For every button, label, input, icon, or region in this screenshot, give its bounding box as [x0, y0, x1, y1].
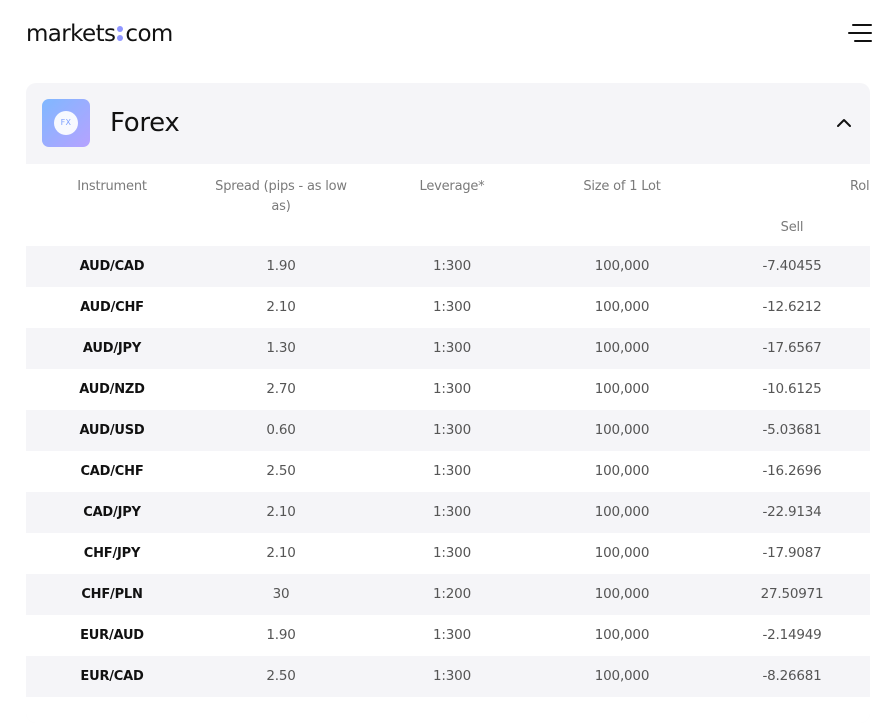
table-row: EUR/AUD 1.90 1:300 100,000 -2.14949: [26, 615, 870, 656]
cell-spread: 1.90: [266, 627, 296, 643]
hamburger-menu-icon[interactable]: [846, 22, 872, 44]
cell-leverage: 1:300: [433, 258, 471, 274]
markets-logo[interactable]: markets com: [26, 18, 173, 50]
table-row: CAD/JPY 2.10 1:300 100,000 -22.9134: [26, 492, 870, 533]
cell-leverage: 1:300: [433, 545, 471, 561]
cell-leverage: 1:300: [433, 340, 471, 356]
col-header-lot-size: Size of 1 Lot: [583, 179, 661, 194]
cell-leverage: 1:300: [433, 668, 471, 684]
table-row: CHF/JPY 2.10 1:300 100,000 -17.9087: [26, 533, 870, 574]
cell-leverage: 1:300: [433, 463, 471, 479]
cell-lot-size: 100,000: [594, 422, 650, 438]
cell-lot-size: 100,000: [594, 381, 650, 397]
cell-lot-size: 100,000: [594, 627, 650, 643]
forex-accordion-header[interactable]: FX Forex: [26, 83, 870, 164]
cell-lot-size: 100,000: [594, 668, 650, 684]
table-row: AUD/CAD 1.90 1:300 100,000 -7.40455: [26, 246, 870, 287]
cell-sell: -17.6567: [762, 340, 822, 356]
cell-sell: -10.6125: [762, 381, 822, 397]
cell-sell: -17.9087: [762, 545, 822, 561]
logo-text-markets: markets: [26, 21, 116, 47]
cell-leverage: 1:300: [433, 381, 471, 397]
cell-lot-size: 100,000: [594, 463, 650, 479]
cell-instrument: AUD/CAD: [79, 259, 145, 274]
cell-spread: 2.10: [266, 545, 296, 561]
cell-instrument: AUD/NZD: [79, 382, 145, 397]
forex-table: Instrument Spread (pips - as low as) Lev…: [26, 164, 870, 723]
cell-sell: 27.50971: [760, 586, 824, 602]
cell-sell: -2.14949: [762, 627, 822, 643]
cell-leverage: 1:300: [433, 299, 471, 315]
cell-instrument: AUD/CHF: [80, 300, 144, 315]
cell-instrument: CAD/CHF: [80, 464, 144, 479]
cell-spread: 1.90: [266, 258, 296, 274]
cell-spread: 1.30: [266, 340, 296, 356]
cell-instrument: CHF/JPY: [83, 546, 141, 561]
table-row: CAD/CHF 2.50 1:300 100,000 -16.2696: [26, 451, 870, 492]
table-body: AUD/CAD 1.90 1:300 100,000 -7.40455 AUD/CHF 2.…: [26, 246, 870, 697]
table-row: AUD/NZD 2.70 1:300 100,000 -10.6125: [26, 369, 870, 410]
cell-lot-size: 100,000: [594, 586, 650, 602]
cell-sell: -16.2696: [762, 463, 822, 479]
fx-badge: FX: [54, 111, 78, 135]
cell-spread: 30: [272, 586, 290, 602]
cell-lot-size: 100,000: [594, 299, 650, 315]
col-header-leverage: Leverage*: [419, 179, 485, 194]
cell-lot-size: 100,000: [594, 340, 650, 356]
table-header: Instrument Spread (pips - as low as) Lev…: [26, 164, 870, 246]
table-row: AUD/CHF 2.10 1:300 100,000 -12.6212: [26, 287, 870, 328]
cell-spread: 2.50: [266, 463, 296, 479]
cell-spread: 2.10: [266, 504, 296, 520]
fx-icon: FX: [42, 99, 90, 147]
cell-leverage: 1:300: [433, 504, 471, 520]
cell-instrument: CHF/PLN: [81, 587, 143, 602]
table-row: EUR/CAD 2.50 1:300 100,000 -8.26681: [26, 656, 870, 697]
cell-sell: -12.6212: [762, 299, 822, 315]
cell-lot-size: 100,000: [594, 545, 650, 561]
cell-instrument: EUR/CAD: [80, 669, 144, 684]
cell-lot-size: 100,000: [594, 504, 650, 520]
cell-sell: -22.9134: [762, 504, 822, 520]
cell-sell: -7.40455: [762, 258, 822, 274]
col-header-instrument: Instrument: [77, 179, 147, 194]
cell-sell: -5.03681: [762, 422, 822, 438]
cell-lot-size: 100,000: [594, 258, 650, 274]
forex-accordion: FX Forex Instrument Spread (pips - as lo…: [26, 83, 870, 723]
cell-spread: 2.10: [266, 299, 296, 315]
cell-spread: 2.50: [266, 668, 296, 684]
cell-spread: 0.60: [266, 422, 296, 438]
table-row: AUD/USD 0.60 1:300 100,000 -5.03681: [26, 410, 870, 451]
cell-instrument: AUD/JPY: [82, 341, 142, 356]
logo-text-com: com: [125, 21, 173, 47]
cell-leverage: 1:200: [433, 586, 471, 602]
cell-instrument: CAD/JPY: [83, 505, 141, 520]
cell-instrument: EUR/AUD: [80, 628, 144, 643]
site-header: markets com: [0, 0, 884, 70]
cell-sell: -8.26681: [762, 668, 822, 684]
col-subheader-sell: Sell: [780, 220, 804, 235]
cell-spread: 2.70: [266, 381, 296, 397]
col-header-rollover: Rol: [850, 179, 870, 194]
cell-leverage: 1:300: [433, 422, 471, 438]
chevron-up-icon[interactable]: [834, 113, 854, 133]
col-header-spread: Spread (pips - as low as): [215, 179, 347, 214]
cell-instrument: AUD/USD: [79, 423, 145, 438]
section-title: Forex: [110, 108, 180, 138]
logo-dots-icon: [116, 23, 124, 43]
table-row: AUD/JPY 1.30 1:300 100,000 -17.6567: [26, 328, 870, 369]
table-row: CHF/PLN 30 1:200 100,000 27.50971: [26, 574, 870, 615]
cell-leverage: 1:300: [433, 627, 471, 643]
